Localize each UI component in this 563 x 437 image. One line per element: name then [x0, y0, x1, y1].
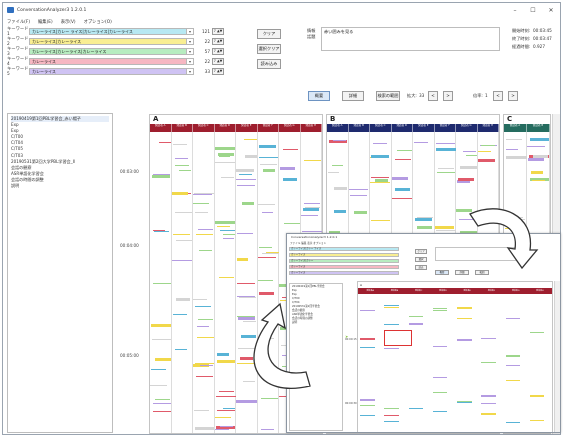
- curved-arrow-icon: [469, 208, 539, 270]
- callout-arrows: [253, 208, 539, 389]
- curved-arrow-icon: [253, 302, 311, 389]
